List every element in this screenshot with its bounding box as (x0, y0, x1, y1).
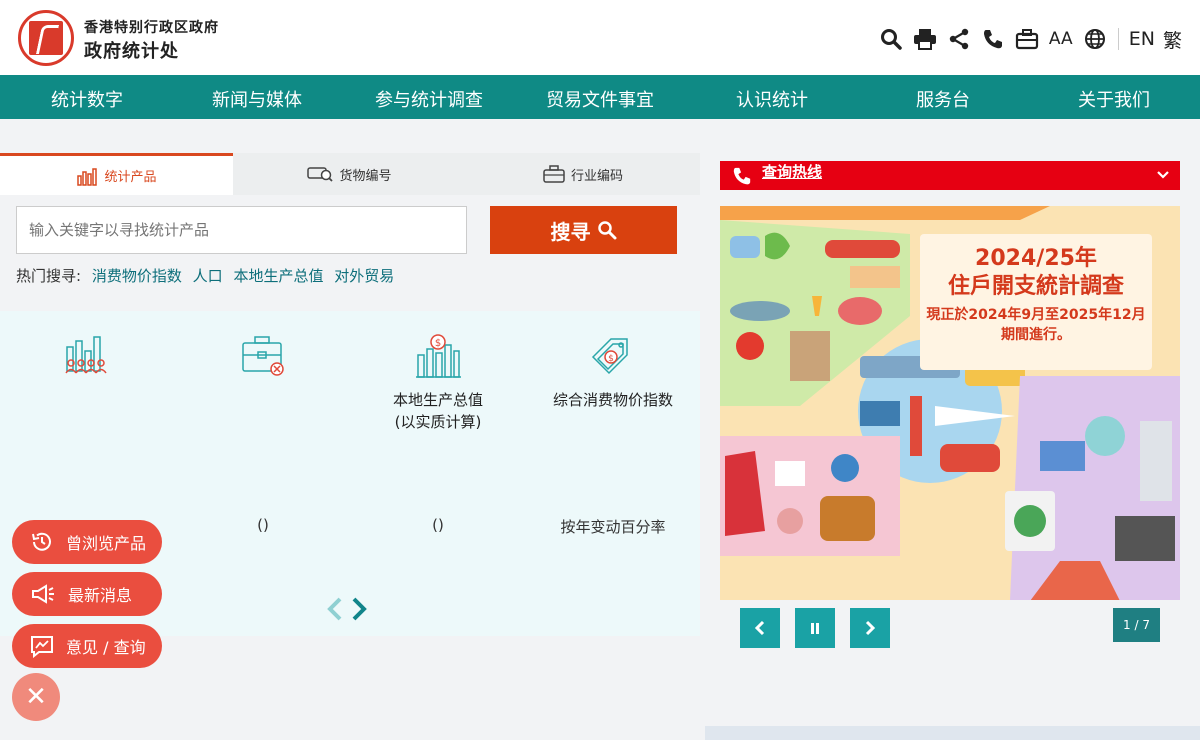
banner-line2: 住戶開支統計調查 (947, 274, 1124, 299)
site-header: 香港特别行政区政府 政府统计处 AA EN 繁 (0, 0, 1200, 75)
stat-card[interactable]: $ 综合消费物价指数 按年变动百分率 (528, 311, 698, 541)
carousel-prev-button[interactable] (740, 608, 780, 648)
carousel-next-button[interactable] (850, 608, 890, 648)
stat-card[interactable]: $ 本地生产总值 (以实质计算) () (353, 311, 523, 541)
search-input[interactable] (16, 206, 467, 254)
tab-industry-code[interactable]: 行业编码 (466, 153, 700, 195)
close-floating-button[interactable]: ✕ (12, 673, 60, 721)
nav-item-trade-docs[interactable]: 贸易文件事宜 (546, 86, 654, 112)
pause-icon (811, 623, 819, 634)
tab-label: 行业编码 (570, 168, 623, 184)
card-title: 本地生产总值 (以实质计算) (392, 391, 483, 431)
hot-search-label: 热门搜寻: (16, 267, 82, 285)
history-button[interactable]: 曾浏览产品 (12, 520, 162, 564)
briefcase-icon[interactable] (1014, 26, 1040, 52)
carousel-counter: 1 / 7 (1113, 608, 1160, 642)
phone-icon[interactable] (980, 26, 1006, 52)
bar-chart-icon (77, 167, 98, 186)
globe-icon[interactable] (1082, 26, 1108, 52)
logo-icon[interactable] (18, 10, 74, 66)
svg-text:$: $ (435, 338, 441, 349)
history-label: 曾浏览产品 (66, 534, 147, 553)
hot-link-population[interactable]: 人口 (193, 267, 223, 285)
main-nav: 统计数字 新闻与媒体 参与统计调查 贸易文件事宜 认识统计 服务台 关于我们 (0, 75, 1200, 119)
banner-title-box: 2024/25年 住戶開支統計調查 現正於2024年9月至2025年12月 期間… (920, 234, 1152, 370)
nav-item-learn[interactable]: 认识统计 (736, 86, 808, 112)
next-section-edge (705, 726, 1200, 740)
phone-icon (733, 167, 751, 185)
stat-card[interactable] (0, 311, 170, 541)
search-button-label: 搜寻 (550, 219, 591, 244)
chevron-right-icon (865, 620, 876, 636)
tab-label: 货物编号 (339, 168, 392, 184)
search-tabs: 统计产品 货物编号 行业编码 (0, 153, 700, 195)
hot-link-trade[interactable]: 对外贸易 (334, 267, 394, 285)
population-icon (65, 336, 107, 374)
share-icon[interactable] (946, 26, 972, 52)
print-icon[interactable] (912, 26, 938, 52)
hotline-bar[interactable]: 查询热线 (720, 161, 1180, 190)
stat-card[interactable]: () (178, 311, 348, 541)
header-tools: AA EN 繁 (878, 24, 1182, 54)
close-icon: ✕ (25, 682, 47, 712)
hot-link-gdp[interactable]: 本地生产总值 (233, 267, 323, 285)
hot-link-cpi[interactable]: 消费物价指数 (92, 267, 182, 285)
card-value: 按年变动百分率 (560, 518, 666, 536)
lang-trad-link[interactable]: 繁 (1163, 26, 1182, 53)
font-size-toggle[interactable]: AA (1048, 26, 1074, 52)
nav-item-statistics[interactable]: 统计数字 (51, 86, 123, 112)
nav-item-news[interactable]: 新闻与媒体 (212, 86, 302, 112)
hot-searches: 热门搜寻: 消费物价指数 人口 本地生产总值 对外贸易 (16, 265, 394, 286)
nav-item-service-desk[interactable]: 服务台 (916, 86, 970, 112)
carousel-pause-button[interactable] (795, 608, 835, 648)
feedback-button[interactable]: 意见 / 查询 (12, 624, 162, 668)
code-search-icon (307, 167, 334, 182)
news-button[interactable]: 最新消息 (12, 572, 162, 616)
svg-text:$: $ (608, 354, 614, 364)
nav-item-about[interactable]: 关于我们 (1078, 86, 1150, 112)
feedback-icon (31, 636, 53, 658)
history-icon (32, 532, 51, 551)
tab-commodity-code[interactable]: 货物编号 (233, 153, 466, 195)
price-tag-icon: $ (591, 338, 628, 375)
chevron-left-icon (754, 620, 765, 636)
unemployment-icon (242, 336, 284, 376)
nav-item-surveys[interactable]: 参与统计调查 (375, 86, 483, 112)
chevron-right-icon[interactable] (349, 596, 369, 622)
org-name-line2[interactable]: 政府统计处 (84, 37, 179, 63)
feedback-label: 意见 / 查询 (66, 638, 146, 657)
lang-en-link[interactable]: EN (1129, 28, 1155, 50)
divider (1117, 28, 1119, 50)
tab-label: 统计产品 (104, 170, 157, 185)
news-label: 最新消息 (68, 586, 133, 605)
hotline-label: 查询热线 (762, 163, 823, 181)
chevron-down-icon (1157, 171, 1169, 179)
megaphone-icon (32, 584, 54, 604)
card-value: () (257, 516, 269, 534)
tab-stat-products[interactable]: 统计产品 (0, 153, 233, 195)
gdp-icon: $ (416, 334, 461, 378)
banner-line4: 期間進行。 (1001, 327, 1071, 343)
card-title: 综合消费物价指数 (552, 391, 673, 409)
search-icon (597, 221, 616, 240)
briefcase-icon (543, 165, 565, 183)
card-value: () (432, 516, 444, 534)
search-icon[interactable] (878, 26, 904, 52)
chevron-left-icon[interactable] (325, 596, 345, 622)
carousel-banner[interactable]: 2024/25年 住戶開支統計調查 現正於2024年9月至2025年12月 期間… (720, 206, 1180, 600)
search-button[interactable]: 搜寻 (490, 206, 677, 254)
org-name-line1[interactable]: 香港特别行政区政府 (84, 17, 219, 37)
banner-line3: 現正於2024年9月至2025年12月 (926, 307, 1146, 323)
cards-pager (325, 596, 369, 622)
